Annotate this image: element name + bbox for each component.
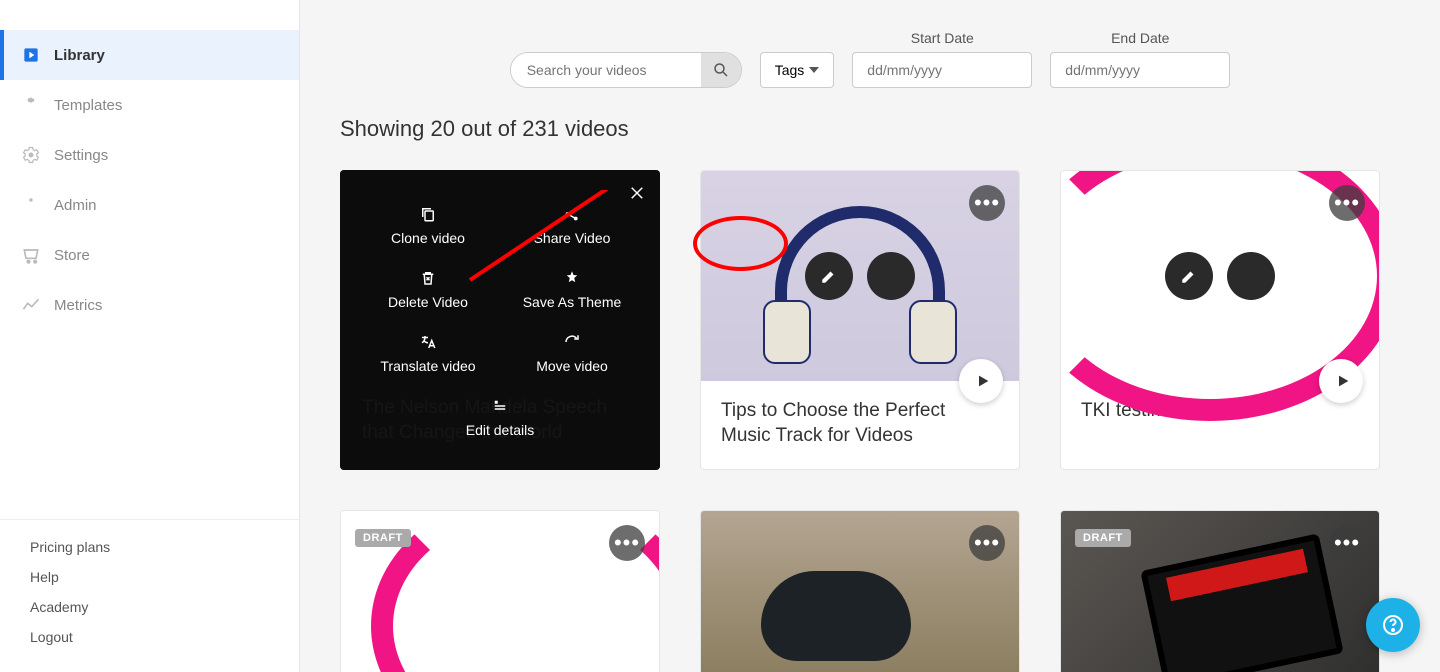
translate-video-button[interactable]: Translate video bbox=[356, 322, 500, 382]
delete-video-button[interactable]: Delete Video bbox=[356, 258, 500, 318]
video-grid: The Nelson Mandela Speech that Changed t… bbox=[340, 170, 1400, 672]
library-icon bbox=[20, 44, 42, 66]
link-pricing-plans[interactable]: Pricing plans bbox=[0, 532, 299, 562]
play-button[interactable] bbox=[959, 359, 1003, 403]
card-more-button[interactable]: ••• bbox=[1329, 185, 1365, 221]
video-thumb: DRAFT ••• bbox=[1061, 511, 1379, 672]
download-icon bbox=[882, 267, 900, 285]
card-more-button[interactable]: ••• bbox=[609, 525, 645, 561]
close-icon bbox=[628, 184, 646, 202]
results-count: Showing 20 out of 231 videos bbox=[340, 116, 1400, 142]
link-help[interactable]: Help bbox=[0, 562, 299, 592]
card-more-button[interactable]: ••• bbox=[969, 525, 1005, 561]
video-thumb: ••• bbox=[701, 171, 1019, 381]
card-more-button[interactable]: ••• bbox=[1329, 525, 1365, 561]
dots-icon: ••• bbox=[614, 530, 640, 556]
translate-icon bbox=[360, 330, 496, 354]
templates-icon bbox=[20, 94, 42, 116]
draft-badge: DRAFT bbox=[355, 529, 411, 547]
help-icon bbox=[1381, 613, 1405, 637]
sidebar-item-label: Admin bbox=[54, 197, 97, 214]
dots-icon: ••• bbox=[1334, 530, 1360, 556]
video-thumb: ••• bbox=[701, 511, 1019, 672]
download-video-button[interactable] bbox=[1227, 252, 1275, 300]
card-more-button[interactable]: ••• bbox=[969, 185, 1005, 221]
video-thumb: ••• bbox=[1061, 171, 1379, 381]
sidebar-item-label: Store bbox=[54, 247, 90, 264]
video-card: ••• bbox=[700, 510, 1020, 672]
close-overlay-button[interactable] bbox=[628, 184, 646, 208]
sidebar-item-label: Templates bbox=[54, 97, 122, 114]
video-card: DRAFT ••• bbox=[340, 510, 660, 672]
dots-icon: ••• bbox=[974, 190, 1000, 216]
video-thumb: DRAFT ••• bbox=[341, 511, 659, 672]
edit-video-button[interactable] bbox=[805, 252, 853, 300]
store-icon bbox=[20, 244, 42, 266]
play-icon bbox=[1335, 373, 1351, 389]
dots-icon: ••• bbox=[974, 530, 1000, 556]
overlay-grid: Clone video Share Video bbox=[356, 186, 644, 446]
sidebar-item-admin[interactable]: Admin bbox=[0, 180, 299, 230]
card-overlay: Clone video Share Video bbox=[340, 170, 660, 470]
edit-video-button[interactable] bbox=[1165, 252, 1213, 300]
tags-label: Tags bbox=[775, 62, 805, 78]
app-root: Library Templates Settings Admin bbox=[0, 0, 1440, 672]
tags-dropdown[interactable]: Tags bbox=[760, 52, 835, 88]
share-icon bbox=[504, 202, 640, 226]
sidebar-item-label: Settings bbox=[54, 147, 108, 164]
video-card: The Nelson Mandela Speech that Changed t… bbox=[340, 170, 660, 470]
sidebar-item-library[interactable]: Library bbox=[0, 30, 299, 80]
sidebar-item-store[interactable]: Store bbox=[0, 230, 299, 280]
sidebar-bottom-links: Pricing plans Help Academy Logout bbox=[0, 519, 299, 672]
admin-icon bbox=[20, 194, 42, 216]
metrics-icon bbox=[20, 294, 42, 316]
delete-icon bbox=[360, 266, 496, 290]
edit-details-button[interactable]: Edit details bbox=[356, 386, 644, 446]
save-as-theme-button[interactable]: Save As Theme bbox=[500, 258, 644, 318]
end-date-input[interactable] bbox=[1050, 52, 1230, 88]
sidebar-item-templates[interactable]: Templates bbox=[0, 80, 299, 130]
clone-video-button[interactable]: Clone video bbox=[356, 194, 500, 254]
download-icon bbox=[1242, 267, 1260, 285]
sidebar-item-label: Library bbox=[54, 47, 105, 64]
end-date-label: End Date bbox=[1050, 30, 1230, 46]
sidebar-item-label: Metrics bbox=[54, 297, 102, 314]
sidebar-nav: Library Templates Settings Admin bbox=[0, 0, 299, 330]
settings-icon bbox=[20, 144, 42, 166]
sidebar-item-metrics[interactable]: Metrics bbox=[0, 280, 299, 330]
video-thumb: The Nelson Mandela Speech that Changed t… bbox=[340, 170, 660, 470]
link-logout[interactable]: Logout bbox=[0, 622, 299, 652]
filter-bar: Tags Start Date End Date bbox=[340, 30, 1400, 88]
theme-icon bbox=[504, 266, 640, 290]
edit-details-icon bbox=[360, 394, 640, 418]
link-academy[interactable]: Academy bbox=[0, 592, 299, 622]
sidebar: Library Templates Settings Admin bbox=[0, 0, 300, 672]
sidebar-item-settings[interactable]: Settings bbox=[0, 130, 299, 180]
download-video-button[interactable] bbox=[867, 252, 915, 300]
video-card: DRAFT ••• bbox=[1060, 510, 1380, 672]
start-date-input[interactable] bbox=[852, 52, 1032, 88]
pencil-icon bbox=[1180, 267, 1198, 285]
share-video-button[interactable]: Share Video bbox=[500, 194, 644, 254]
pencil-icon bbox=[820, 267, 838, 285]
main-content: Tags Start Date End Date Showing 20 out … bbox=[300, 0, 1440, 672]
search-button[interactable] bbox=[701, 53, 741, 87]
play-icon bbox=[975, 373, 991, 389]
move-icon bbox=[504, 330, 640, 354]
clone-icon bbox=[360, 202, 496, 226]
move-video-button[interactable]: Move video bbox=[500, 322, 644, 382]
video-card: ••• Tips to Choose the Perfect Mu bbox=[700, 170, 1020, 470]
draft-badge: DRAFT bbox=[1075, 529, 1131, 547]
search-wrap bbox=[510, 52, 742, 88]
start-date-group: Start Date bbox=[852, 30, 1032, 88]
start-date-label: Start Date bbox=[852, 30, 1032, 46]
dots-icon: ••• bbox=[1334, 190, 1360, 216]
play-button[interactable] bbox=[1319, 359, 1363, 403]
search-icon bbox=[712, 61, 730, 79]
video-card: ••• TKI testimonial bbox=[1060, 170, 1380, 470]
search-input[interactable] bbox=[511, 53, 701, 87]
chevron-down-icon bbox=[809, 67, 819, 73]
help-fab[interactable] bbox=[1366, 598, 1420, 652]
end-date-group: End Date bbox=[1050, 30, 1230, 88]
